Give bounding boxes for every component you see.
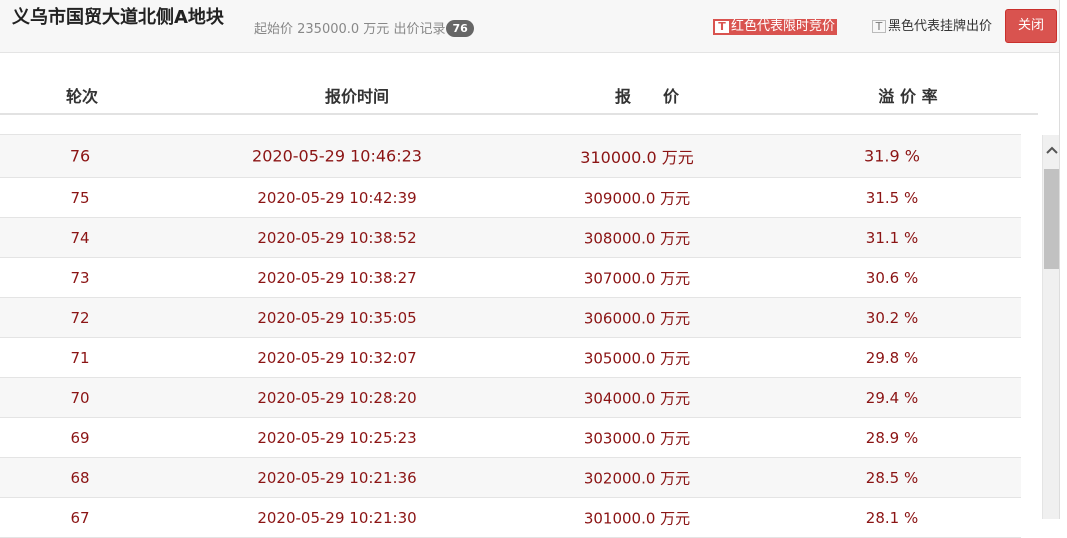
cell-premium: 30.2 %: [865, 308, 919, 327]
cell-price: 307000.0 万元: [583, 269, 691, 287]
cell-premium: 30.6 %: [865, 268, 919, 287]
table-row: 67 2020-05-29 10:21:30 301000.0 万元 28.1 %: [0, 498, 1021, 538]
legend-red-label: 红色代表限时竞价: [731, 19, 836, 34]
cell-round: 74: [70, 228, 90, 247]
cell-time: 2020-05-29 10:35:05: [257, 308, 417, 327]
column-header-round: 轮次: [65, 87, 99, 106]
cell-price: 309000.0 万元: [583, 189, 691, 207]
cell-time: 2020-05-29 10:28:20: [257, 388, 417, 407]
cell-round: 68: [70, 468, 90, 487]
cell-round: 76: [69, 146, 91, 166]
chevron-up-icon[interactable]: [1043, 143, 1060, 159]
cell-round: 75: [70, 188, 90, 207]
start-price: 起始价 235000.0 万元: [254, 22, 390, 37]
close-button[interactable]: 关闭: [1005, 9, 1057, 43]
cell-time: 2020-05-29 10:42:39: [257, 188, 417, 207]
cell-premium: 29.4 %: [865, 388, 919, 407]
table-row: 74 2020-05-29 10:38:52 308000.0 万元 31.1 %: [0, 218, 1021, 258]
record-label: 出价记录: [393, 22, 446, 37]
scroll-thumb[interactable]: [1044, 169, 1059, 269]
table-row: 76 2020-05-29 10:46:23 310000.0 万元 31.9 %: [0, 135, 1021, 178]
cell-round: 71: [70, 348, 90, 367]
legend-listing-bid: T 黑色代表挂牌出价: [872, 19, 992, 35]
column-header-price: 报 价: [614, 87, 680, 106]
t-icon: T: [715, 21, 729, 33]
cell-time: 2020-05-29 10:38:27: [257, 268, 417, 287]
cell-round: 73: [70, 268, 90, 287]
cell-premium: 28.1 %: [865, 508, 919, 527]
record-count-badge: 76: [446, 20, 474, 37]
window-edge: [1059, 0, 1067, 519]
cell-premium: 31.1 %: [865, 228, 919, 247]
bid-rows: 76 2020-05-29 10:46:23 310000.0 万元 31.9 % 75…: [0, 135, 1021, 538]
cell-time: 2020-05-29 10:32:07: [257, 348, 417, 367]
t-icon: T: [872, 20, 886, 33]
table-row: 70 2020-05-29 10:28:20 304000.0 万元 29.4 %: [0, 378, 1021, 418]
cell-time: 2020-05-29 10:38:52: [257, 228, 417, 247]
cell-round: 70: [70, 388, 90, 407]
table-spacer: [0, 115, 1021, 135]
cell-premium: 31.9 %: [864, 146, 920, 166]
table-header: 轮次 报价时间 报 价 溢 价 率: [0, 73, 1038, 115]
cell-premium: 28.5 %: [865, 468, 919, 487]
parcel-title: 义乌市国贸大道北侧A地块: [12, 7, 224, 28]
cell-time: 2020-05-29 10:46:23: [252, 146, 422, 166]
table-row: 71 2020-05-29 10:32:07 305000.0 万元 29.8 %: [0, 338, 1021, 378]
scrollbar[interactable]: [1042, 135, 1060, 519]
table-row: 72 2020-05-29 10:35:05 306000.0 万元 30.2 %: [0, 298, 1021, 338]
cell-round: 67: [70, 508, 90, 527]
cell-price: 306000.0 万元: [583, 309, 691, 327]
cell-price: 308000.0 万元: [583, 229, 691, 247]
column-header-premium: 溢 价 率: [878, 87, 938, 106]
cell-price: 305000.0 万元: [583, 349, 691, 367]
cell-premium: 28.9 %: [865, 428, 919, 447]
cell-round: 72: [70, 308, 90, 327]
dialog-header: 义乌市国贸大道北侧A地块 起始价 235000.0 万元 出价记录 76 T 红色代…: [0, 0, 1067, 53]
table-row: 69 2020-05-29 10:25:23 303000.0 万元 28.9 %: [0, 418, 1021, 458]
cell-price: 301000.0 万元: [583, 509, 691, 527]
cell-time: 2020-05-29 10:21:30: [257, 508, 417, 527]
table-row: 75 2020-05-29 10:42:39 309000.0 万元 31.5 %: [0, 178, 1021, 218]
cell-price: 302000.0 万元: [583, 469, 691, 487]
legend-timed-bidding: T 红色代表限时竞价: [713, 19, 838, 35]
cell-price: 303000.0 万元: [583, 429, 691, 447]
cell-round: 69: [70, 428, 90, 447]
cell-time: 2020-05-29 10:21:36: [257, 468, 417, 487]
legend-black-label: 黑色代表挂牌出价: [888, 19, 993, 34]
table-row: 68 2020-05-29 10:21:36 302000.0 万元 28.5 %: [0, 458, 1021, 498]
cell-premium: 31.5 %: [865, 188, 919, 207]
cell-time: 2020-05-29 10:25:23: [257, 428, 417, 447]
cell-price: 304000.0 万元: [583, 389, 691, 407]
column-header-time: 报价时间: [324, 87, 390, 106]
table-row: 73 2020-05-29 10:38:27 307000.0 万元 30.6 %: [0, 258, 1021, 298]
cell-price: 310000.0 万元: [580, 148, 694, 167]
bid-meta: 起始价 235000.0 万元 出价记录 76: [254, 18, 474, 37]
cell-premium: 29.8 %: [865, 348, 919, 367]
